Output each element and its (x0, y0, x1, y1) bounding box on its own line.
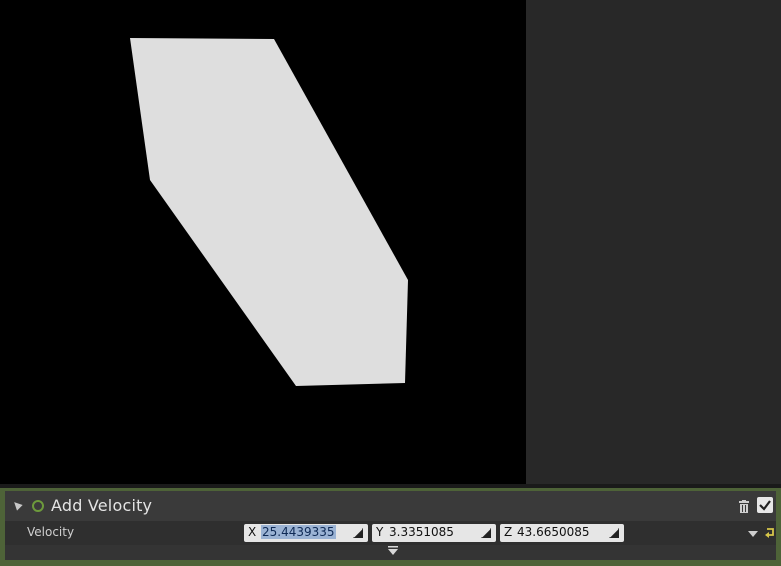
y-axis-label: Y (376, 525, 384, 539)
drag-handle-icon[interactable] (481, 528, 491, 538)
module-body: Add Velocity Velocity X 25.4439335 Y 3.3… (5, 491, 776, 560)
collapse-arrow-icon[interactable] (11, 499, 23, 511)
velocity-y-value[interactable]: 3.3351085 (389, 525, 454, 539)
particle-shape (130, 38, 408, 386)
preview-shape (130, 38, 408, 386)
drag-handle-icon[interactable] (609, 528, 619, 538)
velocity-row: Velocity X 25.4439335 Y 3.3351085 Z 43.6… (5, 522, 776, 544)
x-axis-label: X (248, 525, 257, 539)
z-axis-label: Z (504, 525, 513, 539)
ring-icon (32, 500, 44, 512)
side-panel (526, 0, 781, 484)
velocity-x-field[interactable]: X 25.4439335 (244, 524, 368, 542)
enabled-checkbox[interactable] (757, 497, 773, 513)
module-panel-add-velocity: Add Velocity Velocity X 25.4439335 Y 3.3… (0, 488, 781, 566)
module-title: Add Velocity (51, 496, 153, 515)
reset-icon[interactable] (765, 527, 775, 539)
dropdown-arrow-icon[interactable] (748, 531, 758, 537)
velocity-label: Velocity (27, 525, 75, 539)
velocity-x-value[interactable]: 25.4439335 (261, 525, 336, 539)
expand-arrow-icon[interactable] (387, 546, 399, 558)
module-footer (5, 545, 776, 560)
velocity-z-field[interactable]: Z 43.6650085 (500, 524, 624, 542)
preview-viewport[interactable] (0, 0, 526, 484)
drag-handle-icon[interactable] (353, 528, 363, 538)
check-icon (759, 500, 771, 511)
trash-icon[interactable] (738, 500, 750, 513)
velocity-y-field[interactable]: Y 3.3351085 (372, 524, 496, 542)
module-header[interactable]: Add Velocity (5, 491, 776, 521)
velocity-z-value[interactable]: 43.6650085 (517, 525, 590, 539)
